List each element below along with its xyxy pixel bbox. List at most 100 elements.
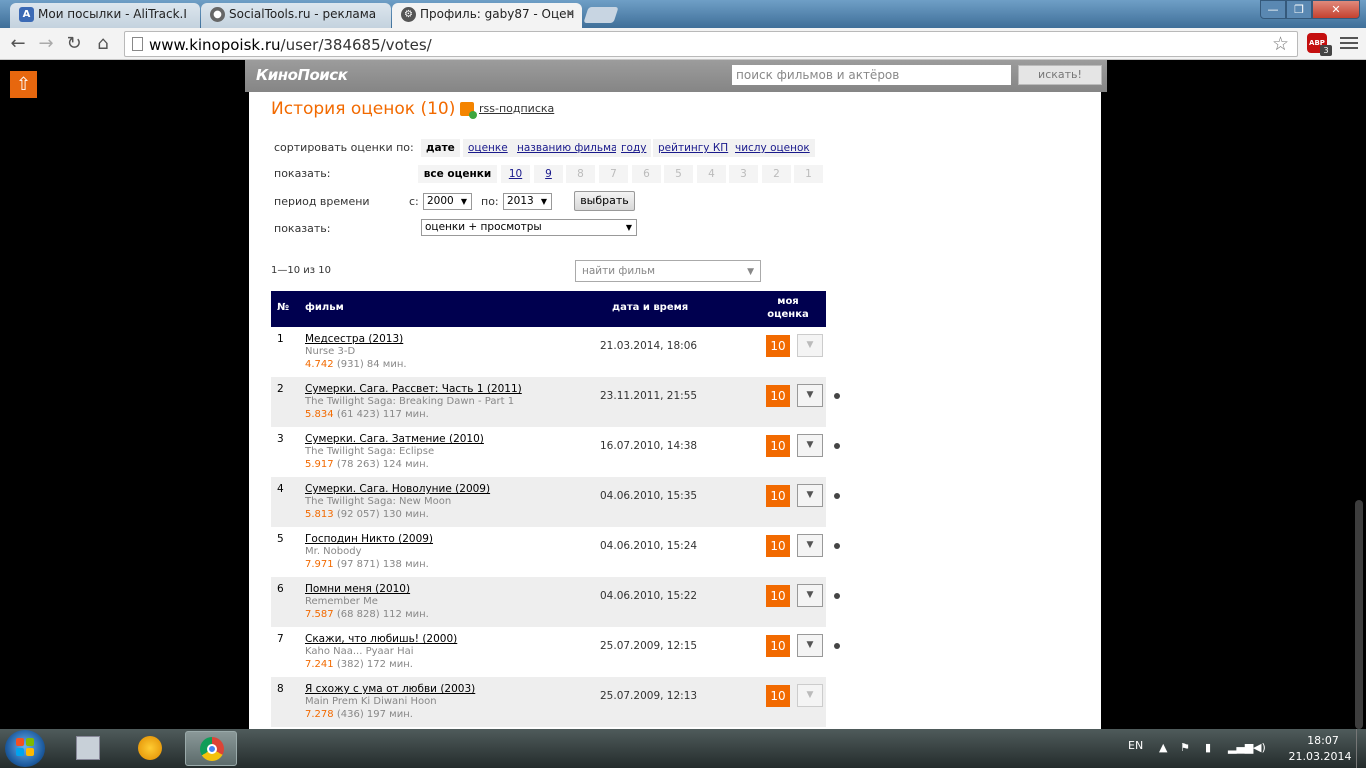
table-row: 8 Я схожу с ума от любви (2003) Main Prem …	[271, 677, 826, 727]
clock-date[interactable]: 21.03.2014	[1287, 750, 1353, 763]
film-original-title: The Twilight Saga: Breaking Dawn - Part …	[305, 396, 515, 407]
vote-dropdown-chevron-icon[interactable]: ▼	[797, 334, 823, 357]
film-original-title: Nurse 3-D	[305, 346, 356, 357]
viewed-dot-icon	[834, 443, 840, 449]
grade-filter-all[interactable]: все оценки	[418, 165, 497, 183]
film-title-link[interactable]: Господин Никто (2009)	[305, 533, 433, 545]
taskbar-calculator[interactable]	[62, 731, 114, 766]
site-search-button[interactable]: искать!	[1018, 65, 1102, 85]
site-logo[interactable]: КиноПоиск	[256, 66, 348, 84]
address-bar[interactable]: www.kinopoisk.ru/user/384685/votes/ ☆	[124, 31, 1298, 57]
tab-kinopoisk-profile[interactable]: ⚙ Профиль: gaby87 - Оцен ✕	[392, 3, 582, 28]
action-center-flag-icon[interactable]: ⚑	[1180, 741, 1190, 754]
film-meta: 7.587 (68 828) 112 мин.	[305, 609, 429, 620]
rss-subscribe-link[interactable]: rss-подписка	[479, 102, 554, 115]
tray-expand-icon[interactable]: ▲	[1159, 741, 1167, 754]
language-indicator[interactable]: EN	[1128, 739, 1143, 752]
vote-date: 04.06.2010, 15:35	[600, 490, 698, 502]
film-title-link[interactable]: Сумерки. Сага. Затмение (2010)	[305, 433, 484, 445]
film-vote-count: (68 828)	[336, 609, 380, 620]
my-vote-badge[interactable]: 10	[766, 585, 790, 607]
film-duration: 138 мин.	[382, 559, 429, 570]
find-film-select[interactable]: найти фильм ▼	[575, 260, 761, 282]
sort-by-vote[interactable]: оценке	[463, 139, 513, 157]
tab-alitrack[interactable]: A Мои посылки - AliTrack.I	[10, 3, 200, 28]
film-duration: 124 мин.	[382, 459, 429, 470]
taskbar-chrome[interactable]	[185, 731, 237, 766]
film-title-link[interactable]: Скажи, что любишь! (2000)	[305, 633, 457, 645]
volume-icon[interactable]: ◀)	[1253, 741, 1266, 754]
network-signal-icon[interactable]: ▂▄▆	[1228, 741, 1253, 754]
sort-by-vote-count[interactable]: числу оценок	[730, 139, 815, 157]
my-vote-badge[interactable]: 10	[766, 435, 790, 457]
film-original-title: Remember Me	[305, 596, 378, 607]
grade-filter-9[interactable]: 9	[534, 165, 563, 183]
grade-filter-10[interactable]: 10	[501, 165, 530, 183]
vote-dropdown-chevron-icon[interactable]: ▼	[797, 634, 823, 657]
minimize-button[interactable]: —	[1260, 0, 1286, 19]
my-vote-badge[interactable]: 10	[766, 685, 790, 707]
film-title-link[interactable]: Сумерки. Сага. Рассвет: Часть 1 (2011)	[305, 383, 522, 395]
film-vote-count: (931)	[336, 359, 364, 370]
back-arrow-icon[interactable]: ←	[6, 32, 30, 56]
film-original-title: Main Prem Ki Diwani Hoon	[305, 696, 437, 707]
my-vote-badge[interactable]: 10	[766, 635, 790, 657]
grade-filter-5: 5	[664, 165, 693, 183]
table-row: 2 Сумерки. Сага. Рассвет: Часть 1 (2011) T…	[271, 377, 840, 427]
film-title-link[interactable]: Помни меня (2010)	[305, 583, 410, 595]
my-vote-badge[interactable]: 10	[766, 385, 790, 407]
show-desktop-button[interactable]	[1356, 729, 1366, 768]
film-title-link[interactable]: Сумерки. Сага. Новолуние (2009)	[305, 483, 490, 495]
sort-by-kp-rating[interactable]: рейтингу КП	[653, 139, 734, 157]
vote-dropdown-chevron-icon[interactable]: ▼	[797, 584, 823, 607]
table-row: 6 Помни меня (2010) Remember Me 7.587 (68 8…	[271, 577, 840, 627]
bookmark-star-icon[interactable]: ☆	[1272, 33, 1289, 55]
film-rating: 5.917	[305, 459, 334, 470]
home-icon[interactable]: ⌂	[91, 32, 115, 56]
to-label: по:	[481, 195, 499, 208]
scroll-to-top-icon[interactable]: ⇧	[10, 71, 37, 98]
my-vote-badge[interactable]: 10	[766, 485, 790, 507]
my-vote-badge[interactable]: 10	[766, 535, 790, 557]
vote-dropdown-chevron-icon[interactable]: ▼	[797, 384, 823, 407]
maximize-button[interactable]: ❐	[1286, 0, 1312, 19]
sort-by-year[interactable]: году	[616, 139, 652, 157]
taskbar-aimp[interactable]	[124, 731, 176, 766]
scrollbar-thumb[interactable]	[1355, 500, 1363, 729]
vote-dropdown-chevron-icon[interactable]: ▼	[797, 534, 823, 557]
url-text[interactable]: www.kinopoisk.ru/user/384685/votes/	[149, 36, 432, 54]
vote-dropdown-chevron-icon[interactable]: ▼	[797, 434, 823, 457]
vote-dropdown-chevron-icon[interactable]: ▼	[797, 684, 823, 707]
vote-dropdown-chevron-icon[interactable]: ▼	[797, 484, 823, 507]
close-window-button[interactable]: ✕	[1312, 0, 1360, 19]
tab-title: SocialTools.ru - реклама	[229, 7, 377, 21]
new-tab-button[interactable]	[583, 7, 619, 23]
col-date: дата и время	[612, 302, 689, 313]
rss-icon[interactable]	[460, 102, 477, 119]
forward-arrow-icon[interactable]: →	[34, 32, 58, 56]
film-title-link[interactable]: Медсестра (2013)	[305, 333, 403, 345]
reload-icon[interactable]: ↻	[62, 32, 86, 56]
vote-date: 25.07.2009, 12:15	[600, 640, 698, 652]
start-button[interactable]	[5, 730, 45, 767]
year-to-select[interactable]: 2013 ▼	[503, 193, 552, 210]
power-icon[interactable]: ▮	[1205, 741, 1211, 754]
hamburger-menu-icon[interactable]	[1340, 34, 1358, 52]
votes-page-content: История оценок (10) rss-подписка сортиро…	[249, 92, 1101, 729]
clock-time[interactable]: 18:07	[1296, 734, 1350, 747]
sort-by-date[interactable]: дате	[421, 139, 460, 157]
page-scrollbar[interactable]	[1352, 60, 1366, 729]
choose-period-button[interactable]: выбрать	[574, 191, 635, 211]
film-duration: 130 мин.	[382, 509, 429, 520]
film-title-link[interactable]: Я схожу с ума от любви (2003)	[305, 683, 475, 695]
show-mode-select[interactable]: оценки + просмотры ▼	[421, 219, 637, 236]
my-vote-badge[interactable]: 10	[766, 335, 790, 357]
tab-close-icon[interactable]: ✕	[566, 3, 575, 25]
film-vote-count: (97 871)	[336, 559, 380, 570]
tab-socialtools[interactable]: ● SocialTools.ru - реклама	[201, 3, 391, 28]
sort-by-title[interactable]: названию фильма	[512, 139, 623, 157]
vote-date: 21.03.2014, 18:06	[600, 340, 698, 352]
site-search-input[interactable]: поиск фильмов и актёров	[732, 65, 1011, 85]
year-from-select[interactable]: 2000 ▼	[423, 193, 472, 210]
table-row: 7 Скажи, что любишь! (2000) Kaho Naa... Py…	[271, 627, 840, 677]
